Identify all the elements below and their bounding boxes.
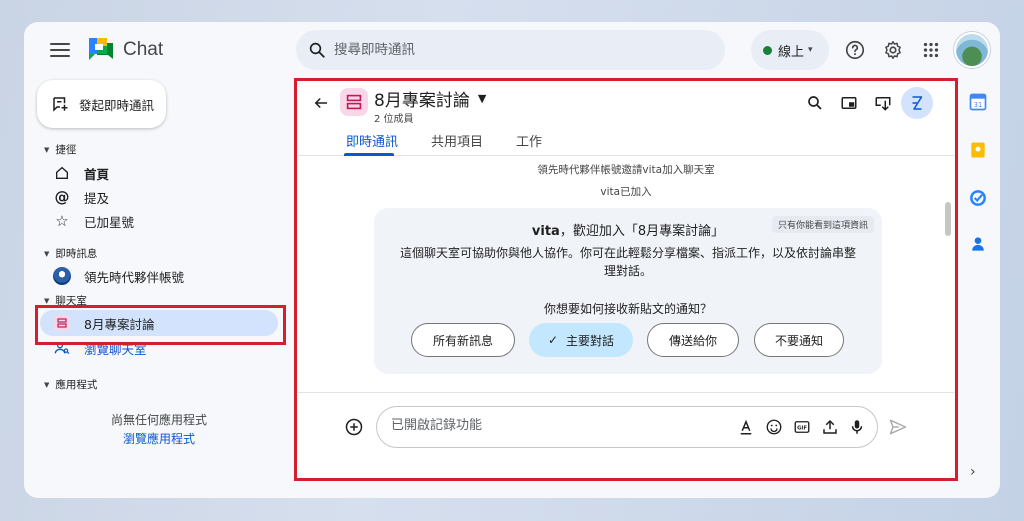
- home-icon: [56, 166, 68, 179]
- keep-icon[interactable]: [968, 140, 988, 160]
- dm-avatar: [53, 267, 71, 285]
- svg-text:31: 31: [974, 101, 982, 109]
- app-name: Chat: [123, 39, 164, 60]
- section-direct-messages[interactable]: ▼ 即時訊息: [44, 246, 97, 261]
- section-apps[interactable]: ▼ 應用程式: [44, 377, 97, 392]
- top-bar: Chat 線上 ▾: [24, 22, 1000, 78]
- at-icon: @: [54, 188, 70, 206]
- sidebar-item-starred[interactable]: ☆ 已加星號: [52, 210, 134, 232]
- new-chat-label: 發起即時通訊: [79, 97, 155, 113]
- calendar-icon[interactable]: 31: [968, 92, 988, 112]
- status-label: 線上: [778, 44, 805, 60]
- status-selector[interactable]: 線上 ▾: [751, 30, 829, 70]
- apps-grid-icon[interactable]: [920, 39, 942, 61]
- google-chat-logo-icon: [89, 38, 113, 60]
- caret-down-icon: ▼: [44, 249, 50, 258]
- caret-down-icon: ▼: [44, 145, 50, 154]
- online-status-dot: [763, 45, 772, 55]
- expand-panel-chevron-icon[interactable]: ›: [970, 464, 976, 480]
- new-chat-icon: [53, 97, 68, 112]
- sidebar-item-mentions[interactable]: @ 提及: [52, 186, 110, 208]
- highlight-box-sidebar: [35, 305, 286, 345]
- sidebar-item-dm[interactable]: 領先時代夥伴帳號: [52, 265, 184, 287]
- help-icon[interactable]: [844, 39, 866, 61]
- search-bar[interactable]: [296, 30, 725, 70]
- caret-down-icon: ▼: [44, 296, 50, 305]
- sidebar-item-home[interactable]: 首頁: [52, 162, 109, 184]
- account-avatar[interactable]: [954, 32, 990, 68]
- new-chat-button[interactable]: 發起即時通訊: [37, 80, 166, 128]
- caret-down-icon: ▼: [44, 380, 50, 389]
- chevron-down-icon: ▾: [808, 45, 813, 55]
- star-icon: ☆: [55, 212, 69, 230]
- search-icon: [309, 42, 325, 58]
- apps-empty-text: 尚無任何應用程式: [110, 413, 207, 427]
- search-input[interactable]: [334, 42, 694, 58]
- tasks-icon[interactable]: [968, 188, 988, 208]
- main-menu-icon[interactable]: [50, 40, 70, 60]
- section-shortcuts[interactable]: ▼ 捷徑: [44, 142, 76, 157]
- contacts-icon[interactable]: [968, 234, 988, 254]
- browse-apps-link[interactable]: 瀏覽應用程式: [84, 430, 234, 447]
- highlight-box-main: [294, 78, 958, 481]
- settings-icon[interactable]: [882, 39, 904, 61]
